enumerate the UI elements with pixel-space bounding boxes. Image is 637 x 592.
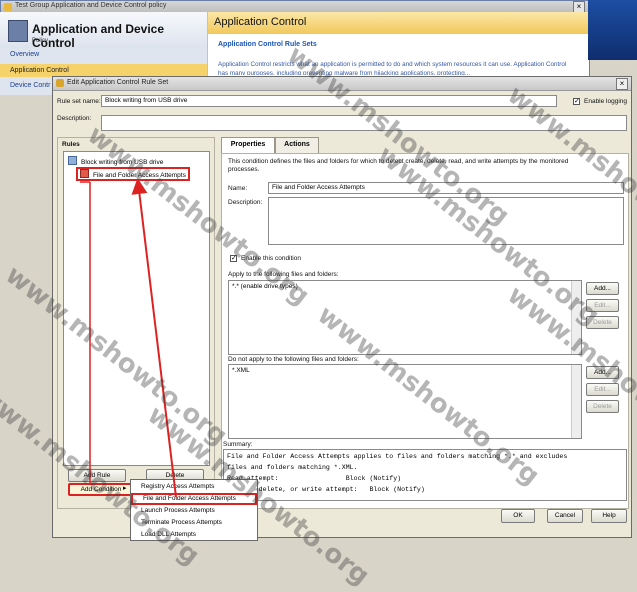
annotation-arrow (80, 178, 177, 498)
arrow-line (131, 178, 177, 498)
